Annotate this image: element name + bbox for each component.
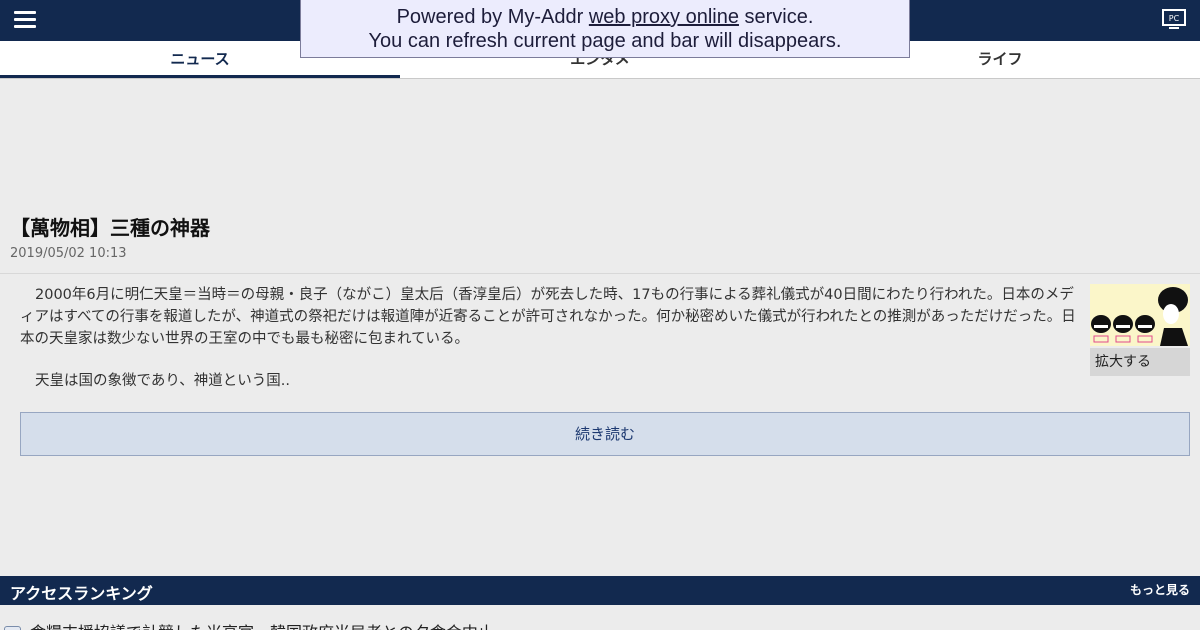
proxy-link[interactable]: web proxy online (589, 6, 739, 28)
proxy-suffix: service. (738, 6, 814, 28)
proxy-prefix: Powered by My-Addr (396, 6, 589, 28)
article-divider (0, 273, 1200, 274)
article-date: 2019/05/02 10:13 (10, 246, 127, 261)
hamburger-menu-icon[interactable] (14, 11, 36, 29)
article-title: 【萬物相】三種の神器 (10, 216, 210, 240)
ranking-item-text[interactable]: 食糧支援協議で計競した米高官、韓国政府当局者との夕食会中止 (30, 619, 494, 630)
read-more-button[interactable]: 続き読む (20, 412, 1190, 456)
proxy-notice-line2: You can refresh current page and bar wil… (368, 30, 842, 52)
article-thumbnail[interactable]: 拡大する (1090, 284, 1190, 376)
ranking-list-item[interactable]: 食糧支援協議で計競した米高官、韓国政府当局者との夕食会中止 (0, 612, 1200, 630)
ranking-badge-icon (4, 626, 21, 630)
article-paragraph: 天皇は国の象徴であり、神道という国.. (35, 373, 290, 389)
enlarge-image-button[interactable]: 拡大する (1090, 348, 1190, 376)
ranking-title: アクセスランキング (10, 584, 153, 603)
article-paragraph: 2000年6月に明仁天皇＝当時＝の母親・良子（ながこ）皇太后（香淳皇后）が死去し… (20, 287, 1076, 347)
ranking-more-link[interactable]: もっと見る (1130, 581, 1190, 598)
article-body: 2000年6月に明仁天皇＝当時＝の母親・良子（ながこ）皇太后（香淳皇后）が死去し… (20, 284, 1080, 412)
pc-label: PC (1169, 14, 1180, 23)
proxy-notice-line1: Powered by My-Addr web proxy online serv… (301, 5, 909, 29)
access-ranking-header: アクセスランキング もっと見る (0, 576, 1200, 605)
pc-monitor-icon[interactable]: PC (1162, 9, 1186, 31)
thumbnail-illustration (1090, 284, 1190, 346)
proxy-notice-bar: Powered by My-Addr web proxy online serv… (300, 0, 910, 58)
